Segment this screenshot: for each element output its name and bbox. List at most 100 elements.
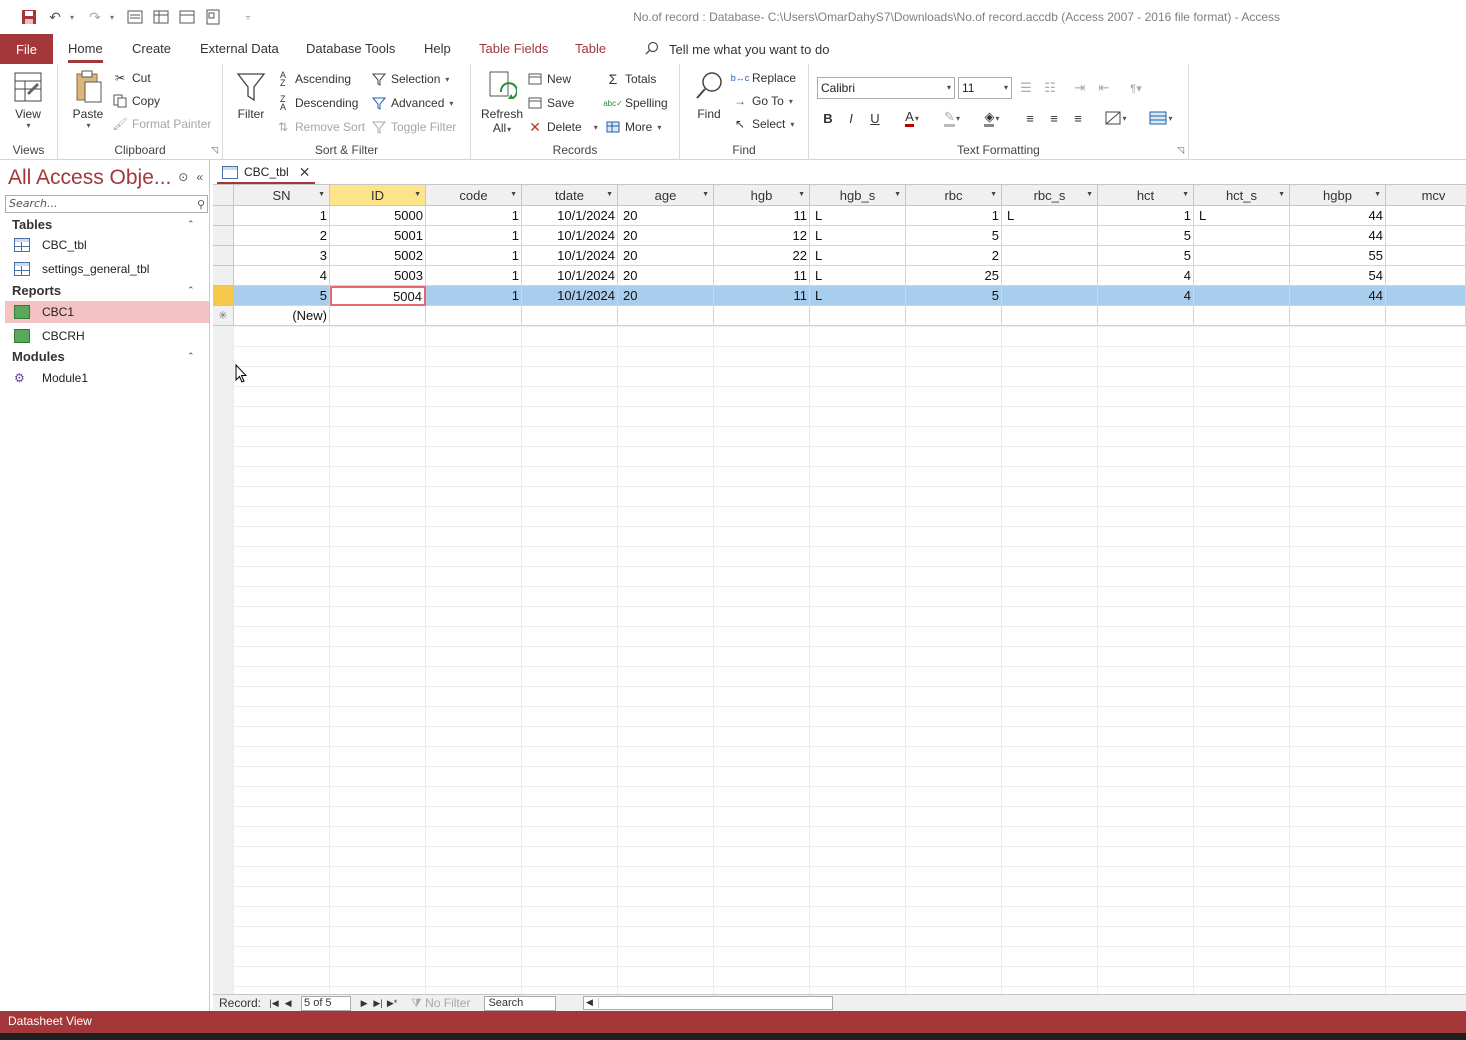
first-record-icon[interactable]: |◀ <box>267 998 281 1009</box>
nav-group-modules[interactable]: Modules ⌃ <box>12 349 195 364</box>
cell-code[interactable]: 1 <box>426 226 522 246</box>
cell-tdate[interactable]: 10/1/2024 <box>522 206 618 226</box>
cell-rbc[interactable]: 5 <box>906 226 1002 246</box>
column-filter-dropdown-icon[interactable]: ▼ <box>798 191 805 198</box>
cell-age[interactable]: 20 <box>618 246 714 266</box>
column-filter-dropdown-icon[interactable]: ▼ <box>606 191 613 198</box>
font-dropdown-icon[interactable]: ▾ <box>947 83 951 92</box>
cell-rbc-s[interactable] <box>1002 246 1098 266</box>
cell-sn[interactable]: 5 <box>234 286 330 306</box>
refresh-all-button[interactable]: Refresh All▾ <box>481 70 523 135</box>
column-header-id[interactable]: ID ▼ <box>330 185 426 206</box>
scroll-left-icon[interactable]: ◀ <box>586 997 593 1008</box>
nav-search-input[interactable]: Search... ⚲ <box>5 195 208 213</box>
empty-new-cell[interactable] <box>1002 306 1098 326</box>
cell-sn[interactable]: 4 <box>234 266 330 286</box>
empty-new-cell[interactable] <box>1386 306 1466 326</box>
column-header-sn[interactable]: SN ▼ <box>234 185 330 206</box>
totals-button[interactable]: Σ Totals <box>605 69 657 89</box>
cell-hgb-s[interactable]: L <box>810 266 906 286</box>
next-record-icon[interactable]: ▶ <box>357 998 371 1009</box>
nav-item-cbc1[interactable]: CBC1 <box>5 301 209 323</box>
cell-hct[interactable]: 5 <box>1098 226 1194 246</box>
cell-id[interactable]: 5004 <box>330 286 426 306</box>
column-filter-dropdown-icon[interactable]: ▼ <box>318 191 325 198</box>
column-header-hgb-s[interactable]: hgb_s ▼ <box>810 185 906 206</box>
cell-hgb[interactable]: 12 <box>714 226 810 246</box>
tab-file[interactable]: File <box>0 34 53 64</box>
cell-tdate[interactable]: 10/1/2024 <box>522 286 618 306</box>
column-header-hgbp[interactable]: hgbp ▼ <box>1290 185 1386 206</box>
undo-dropdown-icon[interactable]: ▾ <box>70 13 80 22</box>
cell-hct[interactable]: 5 <box>1098 246 1194 266</box>
nav-item-module1[interactable]: ⚙ Module1 <box>5 367 209 389</box>
save-record-button[interactable]: Save <box>527 93 574 113</box>
column-filter-dropdown-icon[interactable]: ▼ <box>990 191 997 198</box>
tab-table[interactable]: Table <box>575 41 606 56</box>
column-filter-dropdown-icon[interactable]: ▼ <box>894 191 901 198</box>
cell-hct-s[interactable] <box>1194 226 1290 246</box>
cell-rbc[interactable]: 2 <box>906 246 1002 266</box>
empty-new-cell[interactable] <box>810 306 906 326</box>
copy-button[interactable]: Copy <box>112 91 160 111</box>
cell-mcv[interactable] <box>1386 226 1466 246</box>
bullets-icon[interactable]: ☰ <box>1015 78 1037 98</box>
column-header-hct[interactable]: hct ▼ <box>1098 185 1194 206</box>
form-icon[interactable] <box>124 8 146 26</box>
cell-code[interactable]: 1 <box>426 246 522 266</box>
nav-group-tables[interactable]: Tables ⌃ <box>12 217 195 232</box>
align-center-icon[interactable]: ≡ <box>1043 108 1065 128</box>
new-record-button[interactable]: New <box>527 69 571 89</box>
replace-button[interactable]: b↔c Replace <box>731 68 796 88</box>
cell-mcv[interactable] <box>1386 286 1466 306</box>
cell-hct[interactable]: 4 <box>1098 286 1194 306</box>
customize-qat-icon[interactable]: ▿ <box>246 13 256 22</box>
cell-code[interactable]: 1 <box>426 266 522 286</box>
column-header-tdate[interactable]: tdate ▼ <box>522 185 618 206</box>
remove-sort-button[interactable]: ⇅ Remove Sort <box>275 117 365 137</box>
cell-rbc-s[interactable] <box>1002 266 1098 286</box>
decrease-indent-icon[interactable]: ⇤ <box>1093 78 1115 98</box>
background-color-icon[interactable]: ◈ ▾ <box>975 108 1009 128</box>
table-design-icon[interactable] <box>150 8 172 26</box>
column-filter-dropdown-icon[interactable]: ▼ <box>414 191 421 198</box>
column-header-rbc-s[interactable]: rbc_s ▼ <box>1002 185 1098 206</box>
cell-hct-s[interactable]: L <box>1194 206 1290 226</box>
cell-rbc-s[interactable] <box>1002 226 1098 246</box>
font-name-combo[interactable]: Calibri ▾ <box>817 77 955 99</box>
tab-create[interactable]: Create <box>132 41 171 56</box>
current-record-input[interactable]: 5 of 5 <box>301 995 352 1011</box>
font-size-combo[interactable]: 11 ▾ <box>958 77 1012 99</box>
cell-hgbp[interactable]: 55 <box>1290 246 1386 266</box>
size-dropdown-icon[interactable]: ▾ <box>1004 83 1008 92</box>
select-button[interactable]: ↖ Select ▾ <box>732 114 794 134</box>
cell-hct[interactable]: 4 <box>1098 266 1194 286</box>
cell-rbc[interactable]: 25 <box>906 266 1002 286</box>
empty-new-cell[interactable] <box>714 306 810 326</box>
column-header-code[interactable]: code ▼ <box>426 185 522 206</box>
redo-dropdown-icon[interactable]: ▾ <box>110 13 120 22</box>
cell-age[interactable]: 20 <box>618 226 714 246</box>
column-filter-dropdown-icon[interactable]: ▼ <box>1374 191 1381 198</box>
underline-button[interactable]: U <box>864 108 886 128</box>
highlight-color-icon[interactable]: ✎ ▾ <box>935 108 969 128</box>
column-filter-dropdown-icon[interactable]: ▼ <box>702 191 709 198</box>
cell-hct-s[interactable] <box>1194 246 1290 266</box>
cell-hgb[interactable]: 11 <box>714 266 810 286</box>
redo-icon[interactable]: ↷ <box>84 8 106 26</box>
record-search-input[interactable]: Search <box>484 995 557 1011</box>
view-button[interactable]: View ▾ <box>12 70 44 130</box>
cell-tdate[interactable]: 10/1/2024 <box>522 266 618 286</box>
new-record-cell[interactable]: (New) <box>234 306 330 326</box>
goto-button[interactable]: → Go To ▾ <box>732 91 793 111</box>
scroll-thumb[interactable] <box>598 998 830 1008</box>
collapse-modules-icon[interactable]: ⌃ <box>187 351 195 362</box>
search-icon[interactable]: ⚲ <box>197 197 205 213</box>
nav-item-cbc-tbl[interactable]: CBC_tbl <box>5 234 209 256</box>
cell-rbc[interactable]: 5 <box>906 286 1002 306</box>
cell-code[interactable]: 1 <box>426 286 522 306</box>
last-record-icon[interactable]: ▶| <box>371 998 385 1009</box>
cell-hgb-s[interactable]: L <box>810 286 906 306</box>
text-formatting-launcher-icon[interactable]: ◹ <box>1177 145 1184 156</box>
tab-table-fields[interactable]: Table Fields <box>479 41 548 56</box>
